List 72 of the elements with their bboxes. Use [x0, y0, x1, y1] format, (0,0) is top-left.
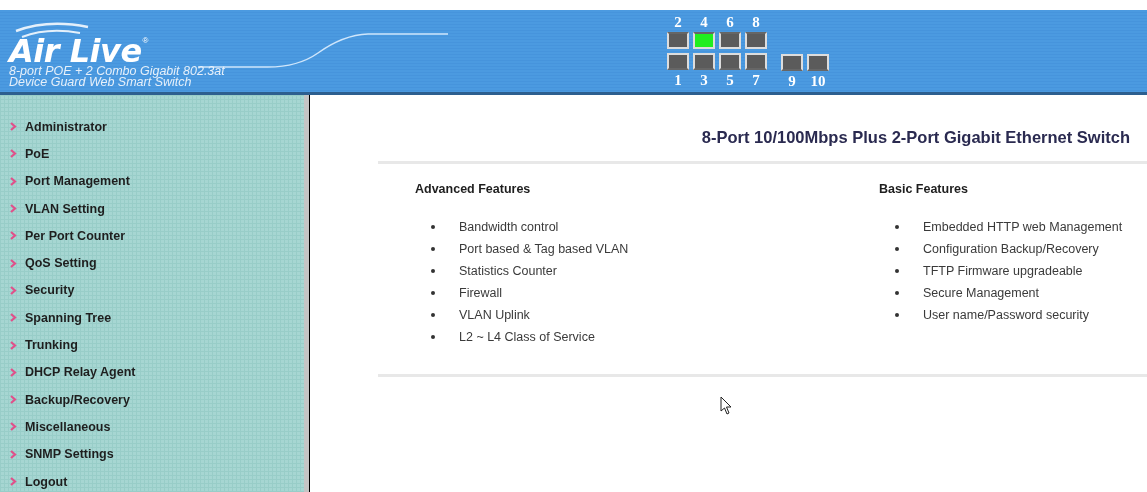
port-number: 4: [700, 14, 708, 30]
logo-text: Air Live: [9, 36, 142, 66]
menu-link[interactable]: QoS Setting: [25, 256, 97, 271]
chevron-icon: [10, 149, 17, 159]
feature-item: L2 ~ L4 Class of Service: [459, 330, 595, 344]
pointer-icon: [720, 396, 732, 415]
bullet-icon: [895, 291, 899, 295]
chevron-icon: [10, 204, 17, 214]
chevron-icon: [10, 122, 17, 132]
menu-link[interactable]: Backup/Recovery: [25, 392, 130, 407]
bullet-icon: [431, 225, 435, 229]
port-number: 6: [726, 14, 734, 30]
port-number: 9: [788, 73, 796, 89]
chevron-icon: [10, 313, 17, 323]
bullet-icon: [431, 247, 435, 251]
menu-link[interactable]: Miscellaneous: [25, 419, 111, 434]
chevron-icon: [10, 258, 17, 268]
bullet-icon: [895, 247, 899, 251]
chevron-icon: [10, 231, 17, 241]
feature-item: Embedded HTTP web Management: [923, 220, 1123, 234]
product-subtitle: Device Guard Web Smart Switch: [9, 77, 193, 88]
menu-link[interactable]: SNMP Settings: [25, 447, 114, 462]
port-number: 2: [674, 14, 682, 30]
feature-item: Secure Management: [923, 286, 1040, 300]
feature-item: Configuration Backup/Recovery: [923, 242, 1099, 256]
feature-item: Firewall: [459, 286, 503, 300]
feature-item: Bandwidth control: [459, 220, 559, 234]
feature-item: User name/Password security: [923, 308, 1090, 322]
bullet-icon: [895, 269, 899, 273]
product-subtitle: 8-port POE + 2 Combo Gigabit 802.3at: [9, 66, 226, 77]
chevron-icon: [10, 176, 17, 186]
feature-item: VLAN Uplink: [459, 308, 530, 322]
menu-link[interactable]: Administrator: [25, 119, 107, 134]
chevron-icon: [10, 449, 17, 459]
chevron-icon: [10, 340, 17, 350]
menu-link[interactable]: VLAN Setting: [25, 201, 105, 216]
port-icon[interactable]: [667, 32, 689, 49]
chevron-icon: [10, 422, 17, 432]
bullet-icon: [431, 269, 435, 273]
menu-link[interactable]: PoE: [25, 146, 50, 161]
menu-link[interactable]: Per Port Counter: [25, 228, 125, 243]
menu-link[interactable]: Logout: [25, 474, 68, 489]
port-number: 8: [752, 14, 760, 30]
feature-item: TFTP Firmware upgradeable: [923, 264, 1083, 278]
menu-link[interactable]: DHCP Relay Agent: [25, 365, 136, 380]
port-number: 1: [674, 72, 682, 88]
feature-item: Statistics Counter: [459, 264, 557, 278]
bullet-icon: [431, 335, 435, 339]
menu-link[interactable]: Spanning Tree: [25, 310, 112, 325]
section-heading: Basic Features: [879, 182, 969, 196]
port-number: 3: [700, 72, 708, 88]
chevron-icon: [10, 285, 17, 295]
port-number: 10: [810, 73, 826, 89]
port-icon[interactable]: [745, 32, 767, 49]
port-number: 5: [726, 72, 734, 88]
bullet-icon: [431, 313, 435, 317]
feature-item: Port based & Tag based VLAN: [459, 242, 629, 256]
section-heading: Advanced Features: [415, 182, 532, 196]
port-icon[interactable]: [693, 32, 715, 49]
menu-link[interactable]: Trunking: [25, 338, 78, 352]
chevron-icon: [10, 395, 17, 405]
bullet-icon: [895, 313, 899, 317]
bullet-icon: [431, 291, 435, 295]
page-title: 8-Port 10/100Mbps Plus 2-Port Gigabit Ethernet Switch: [700, 128, 1131, 147]
menu-link[interactable]: Port Management: [25, 174, 130, 189]
menu-link[interactable]: Security: [25, 283, 75, 298]
port-number: 7: [752, 72, 760, 88]
registered-mark: ®: [142, 36, 149, 45]
chevron-icon: [10, 367, 17, 377]
bullet-icon: [895, 225, 899, 229]
port-icon[interactable]: [719, 32, 741, 49]
chevron-icon: [10, 477, 17, 486]
